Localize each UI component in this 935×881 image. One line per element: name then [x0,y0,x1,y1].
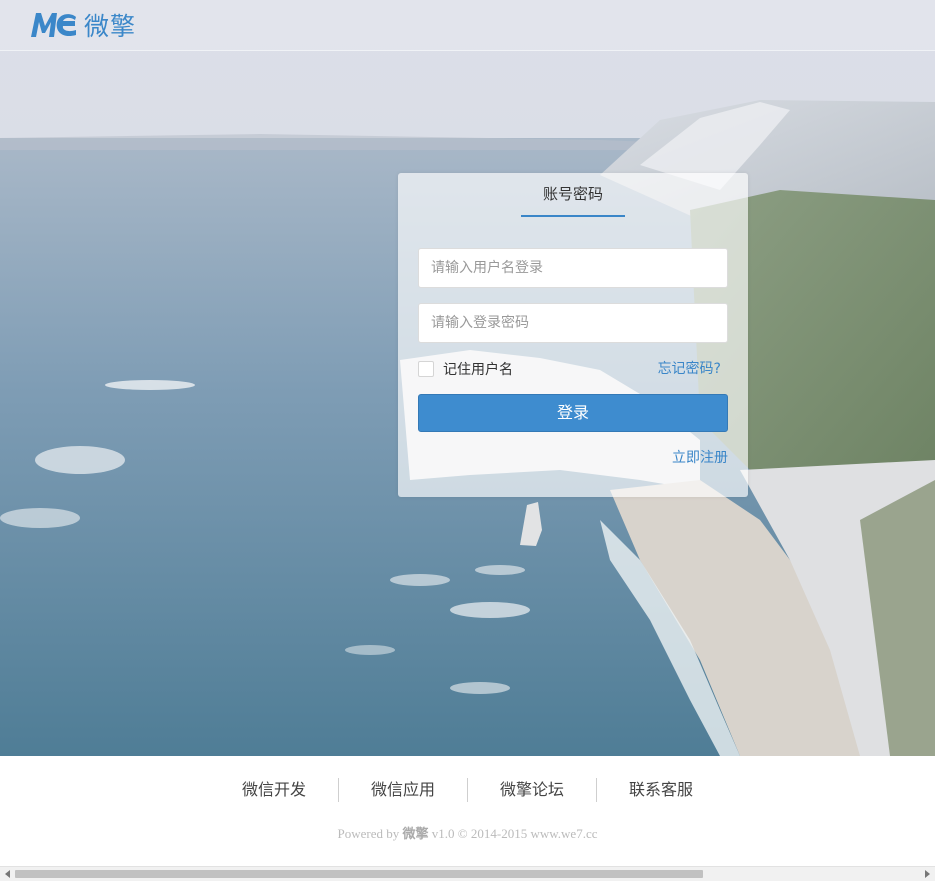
we7-logo-icon [30,10,78,40]
footer-link-forum[interactable]: 微擎论坛 [468,778,598,802]
logo-text: 微擎 [84,12,137,41]
chevron-left-icon[interactable] [5,870,10,878]
username-input[interactable] [418,248,728,288]
password-input[interactable] [418,303,728,343]
footer-links: 微信开发 微信应用 微擎论坛 联系客服 [0,778,935,802]
chevron-right-icon[interactable] [925,870,930,878]
login-button[interactable]: 登录 [418,394,728,432]
copyright-suffix: v1.0 © 2014-2015 www.we7.cc [431,826,598,841]
remember-label: 记住用户名 [443,362,513,378]
login-panel: 账号密码 记住用户名 忘记密码? 登录 立即注册 [398,173,748,497]
remember-checkbox[interactable] [418,361,434,377]
copyright-prefix: Powered by [337,826,400,841]
register-link[interactable]: 立即注册 [672,447,728,467]
copyright-brand: 微擎 [402,827,429,842]
remember-username[interactable]: 记住用户名 [418,359,513,379]
footer-link-wechat-dev[interactable]: 微信开发 [210,778,339,802]
top-header: 微擎 [0,0,935,51]
forgot-password-link[interactable]: 忘记密码? [658,358,721,378]
footer: 微信开发 微信应用 微擎论坛 联系客服 Powered by 微擎 v1.0 ©… [0,756,935,866]
horizontal-scrollbar[interactable] [0,866,935,881]
copyright: Powered by 微擎 v1.0 © 2014-2015 www.we7.c… [0,823,935,842]
scrollbar-thumb[interactable] [15,870,703,878]
footer-link-contact[interactable]: 联系客服 [597,778,725,802]
tab-account-password[interactable]: 账号密码 [521,177,625,217]
footer-link-wechat-apps[interactable]: 微信应用 [339,778,468,802]
logo[interactable]: 微擎 [30,8,136,42]
